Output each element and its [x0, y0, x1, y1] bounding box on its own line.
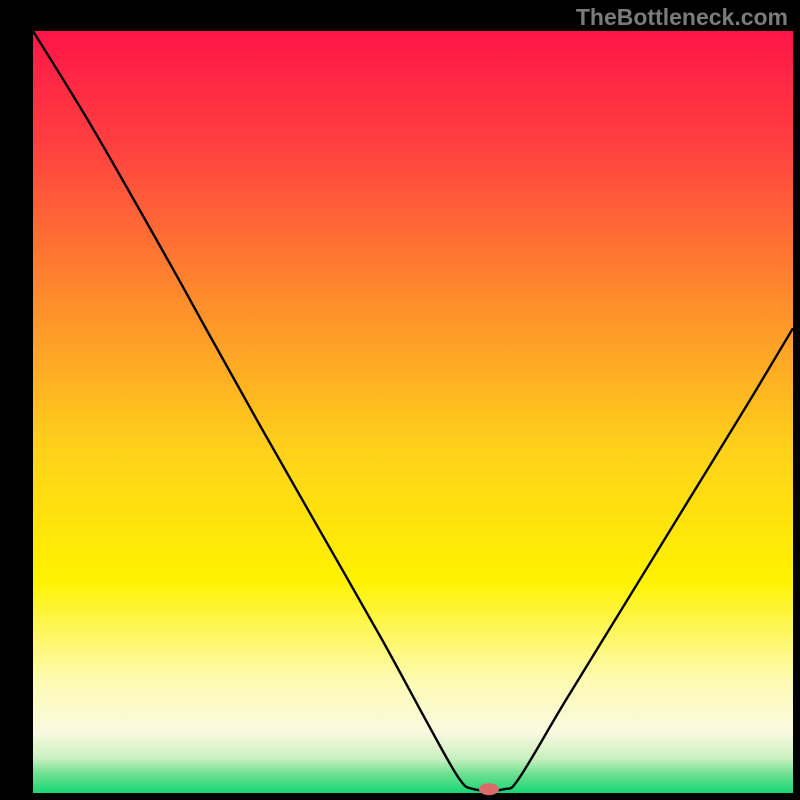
watermark-text: TheBottleneck.com	[576, 4, 788, 31]
bottleneck-chart	[0, 0, 800, 800]
plot-background	[33, 31, 793, 793]
chart-container: TheBottleneck.com	[0, 0, 800, 800]
optimal-marker	[479, 783, 499, 795]
